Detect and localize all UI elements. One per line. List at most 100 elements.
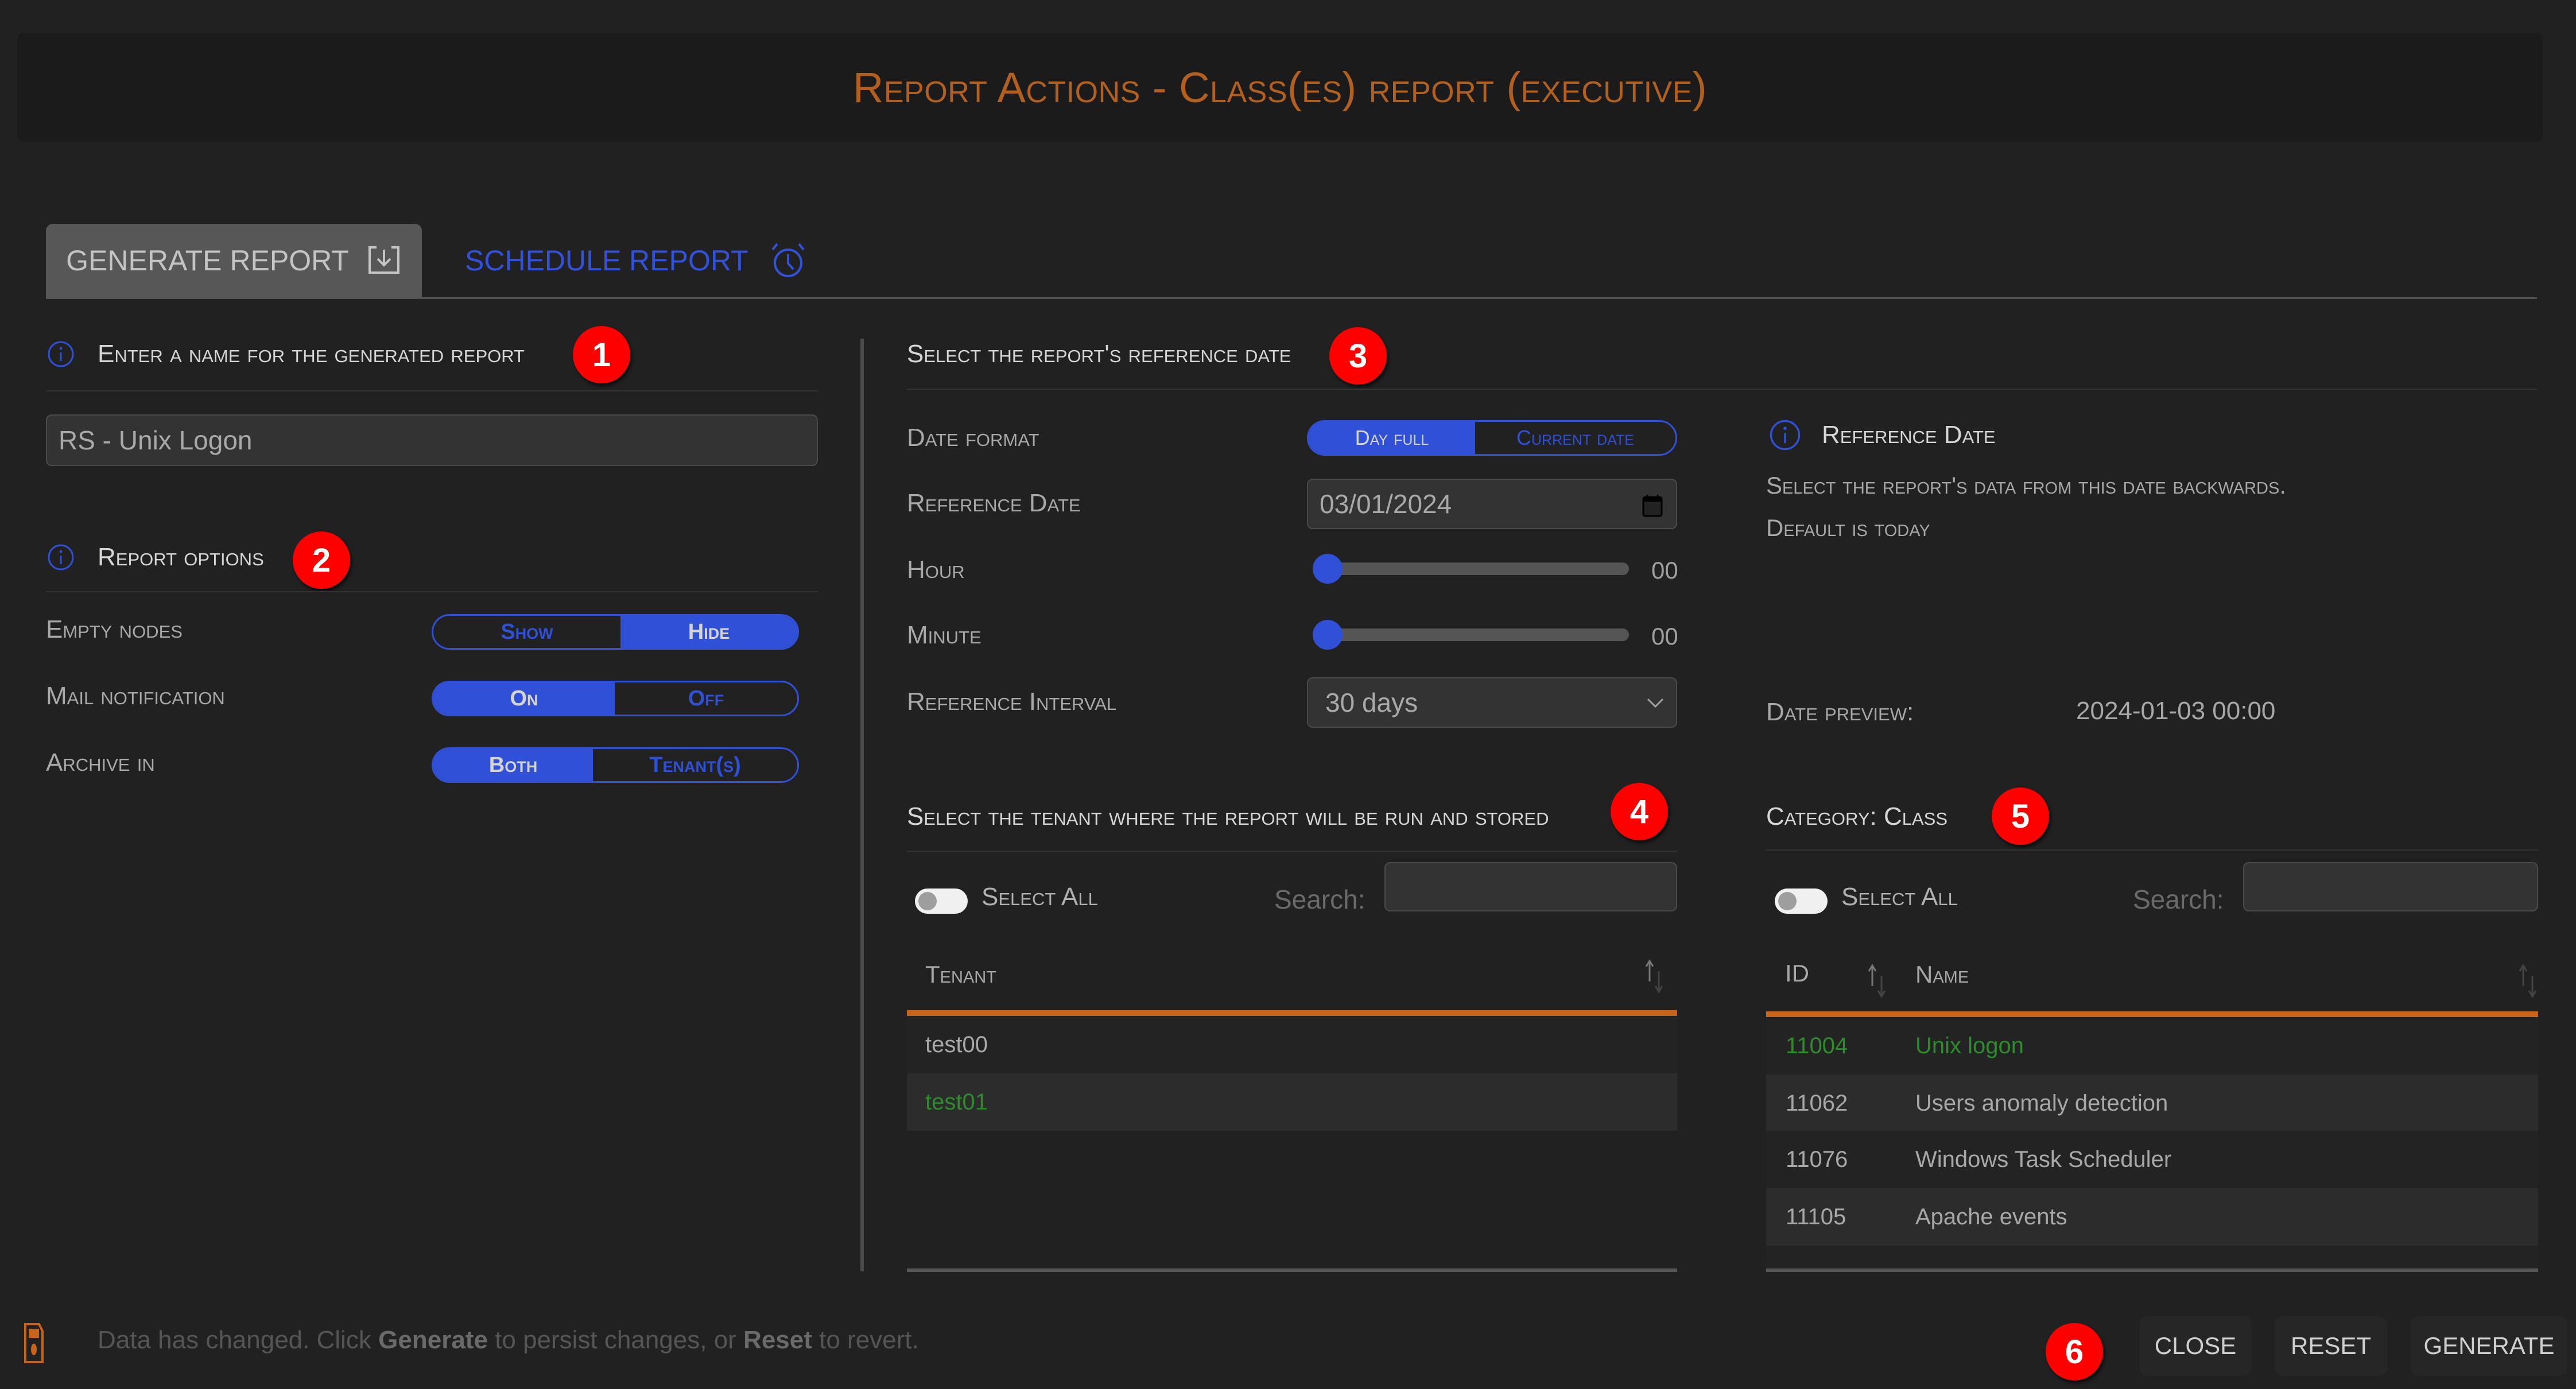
category-search-input[interactable]	[2243, 862, 2538, 911]
name-column-header[interactable]: Name	[1915, 961, 1969, 988]
id-column-header[interactable]: ID	[1785, 960, 1809, 987]
step-badge-2: 2	[293, 531, 350, 589]
minute-value: 00	[1651, 623, 1678, 650]
date-section-title: Select the report's reference date	[907, 340, 1291, 368]
close-button[interactable]: CLOSE	[2139, 1316, 2252, 1376]
category-select-all-label: Select All	[1841, 883, 1958, 911]
date-format-toggle: Day full Current date	[1307, 420, 1677, 456]
reference-date-label: Reference Date	[907, 489, 1081, 517]
archive-in-label: Archive in	[46, 748, 155, 777]
category-row[interactable]: 11105 Apache events	[1766, 1188, 2538, 1246]
info-icon	[1770, 420, 1801, 451]
category-row-partial[interactable]	[1766, 1246, 2538, 1268]
category-row[interactable]: 11004 Unix logon	[1766, 1017, 2538, 1074]
step-badge-6: 6	[2046, 1323, 2103, 1380]
generate-button[interactable]: GENERATE	[2411, 1316, 2567, 1376]
hour-label: Hour	[907, 556, 965, 584]
category-section-heading: Category: Class	[1766, 802, 1947, 831]
category-name: Unix logon	[1915, 1033, 2024, 1058]
empty-nodes-hide-option[interactable]: Hide	[620, 616, 797, 648]
reference-interval-value: 30 days	[1325, 688, 1418, 717]
step-badge-5: 5	[1992, 787, 2049, 845]
reference-interval-select[interactable]: 30 days	[1307, 677, 1677, 728]
hour-slider-track[interactable]	[1316, 562, 1629, 575]
message-text: to revert.	[812, 1326, 919, 1354]
hour-slider-thumb[interactable]	[1313, 554, 1343, 584]
reference-info-line-2: Default is today	[1766, 514, 1930, 541]
name-section-heading: Enter a name for the generated report	[47, 340, 525, 368]
category-name: Apache events	[1915, 1204, 2067, 1229]
chevron-down-icon	[1647, 698, 1664, 708]
reference-date-input[interactable]: 03/01/2024	[1307, 479, 1677, 529]
tenant-search-label: Search:	[1274, 884, 1365, 914]
category-section-title: Category: Class	[1766, 802, 1947, 831]
category-select-all-switch[interactable]	[1775, 889, 1828, 914]
dialog-header: Report Actions - Class(es) report (execu…	[17, 33, 2543, 142]
empty-nodes-show-option[interactable]: Show	[433, 616, 620, 648]
table-header-underline	[907, 1010, 1677, 1016]
hour-value: 00	[1651, 557, 1678, 584]
archive-in-tenants-option[interactable]: Tenant(s)	[593, 749, 797, 781]
options-section-heading: Report options	[47, 543, 264, 572]
tab-schedule-report-label: SCHEDULE REPORT	[465, 245, 748, 277]
tenant-column-header[interactable]: Tenant	[925, 961, 996, 988]
minute-label: Minute	[907, 621, 981, 649]
date-format-label: Date format	[907, 424, 1039, 452]
tenant-section-heading: Select the tenant where the report will …	[907, 802, 1549, 831]
message-generate-keyword: Generate	[378, 1326, 488, 1354]
sort-icon[interactable]	[1867, 963, 1887, 999]
category-search-label: Search:	[2133, 884, 2224, 914]
reference-info-title: Reference Date	[1822, 421, 1996, 449]
mail-notification-off-option[interactable]: Off	[615, 682, 797, 715]
minute-slider-thumb[interactable]	[1313, 620, 1343, 650]
category-name: Windows Task Scheduler	[1915, 1146, 2172, 1172]
tenant-row[interactable]: test00	[907, 1016, 1677, 1073]
name-section-title: Enter a name for the generated report	[98, 340, 525, 368]
category-id: 11076	[1786, 1146, 1848, 1172]
empty-nodes-toggle: Show Hide	[432, 614, 799, 650]
unsaved-changes-message: Data has changed. Click Generate to pers…	[98, 1326, 919, 1355]
category-id: 11062	[1786, 1090, 1848, 1116]
mail-notification-on-option[interactable]: On	[433, 682, 615, 715]
sort-icon[interactable]	[2517, 963, 2538, 999]
step-badge-4: 4	[1611, 783, 1668, 840]
alarm-clock-icon	[771, 243, 805, 277]
reference-info-heading: Reference Date	[1769, 419, 1996, 451]
divider	[907, 851, 1677, 852]
divider	[46, 591, 818, 592]
category-row[interactable]: 11076 Windows Task Scheduler	[1766, 1131, 2538, 1188]
empty-nodes-label: Empty nodes	[46, 615, 183, 643]
date-format-day-full-option[interactable]: Day full	[1309, 422, 1475, 454]
divider	[1766, 849, 2538, 851]
tenant-select-all-label: Select All	[981, 883, 1098, 911]
date-preview-value: 2024-01-03 00:00	[2076, 697, 2276, 725]
info-icon	[48, 544, 74, 571]
tab-schedule-report[interactable]: SCHEDULE REPORT	[465, 224, 807, 297]
minute-slider-track[interactable]	[1316, 628, 1629, 641]
date-section-heading: Select the report's reference date	[907, 340, 1291, 368]
report-name-input[interactable]: RS - Unix Logon	[46, 414, 818, 466]
column-divider	[860, 339, 864, 1271]
options-section-title: Report options	[98, 543, 264, 571]
tenant-search-input[interactable]	[1384, 862, 1677, 911]
archive-in-toggle: Both Tenant(s)	[432, 747, 799, 783]
reference-interval-label: Reference Interval	[907, 688, 1117, 716]
calendar-icon[interactable]	[1642, 494, 1663, 518]
category-row[interactable]: 11062 Users anomaly detection	[1766, 1074, 2538, 1132]
tenant-row[interactable]: test01	[907, 1073, 1677, 1131]
message-text: to persist changes, or	[487, 1326, 744, 1354]
tenant-select-all-switch[interactable]	[915, 889, 968, 914]
sort-icon[interactable]	[1644, 959, 1665, 994]
step-badge-3: 3	[1329, 327, 1387, 385]
mail-notification-label: Mail notification	[46, 682, 225, 710]
archive-in-both-option[interactable]: Both	[433, 749, 593, 781]
tenant-table-bottom-border	[907, 1268, 1677, 1272]
date-format-current-date-option[interactable]: Current date	[1475, 422, 1675, 454]
reference-info-line-1: Select the report's data from this date …	[1766, 472, 2287, 499]
tab-generate-report[interactable]: GENERATE REPORT	[46, 224, 422, 297]
reference-date-value: 03/01/2024	[1320, 489, 1452, 519]
download-box-icon	[368, 246, 399, 274]
reset-button[interactable]: RESET	[2275, 1316, 2387, 1376]
tenant-section-title: Select the tenant where the report will …	[907, 802, 1549, 831]
mail-notification-toggle: On Off	[432, 681, 799, 716]
